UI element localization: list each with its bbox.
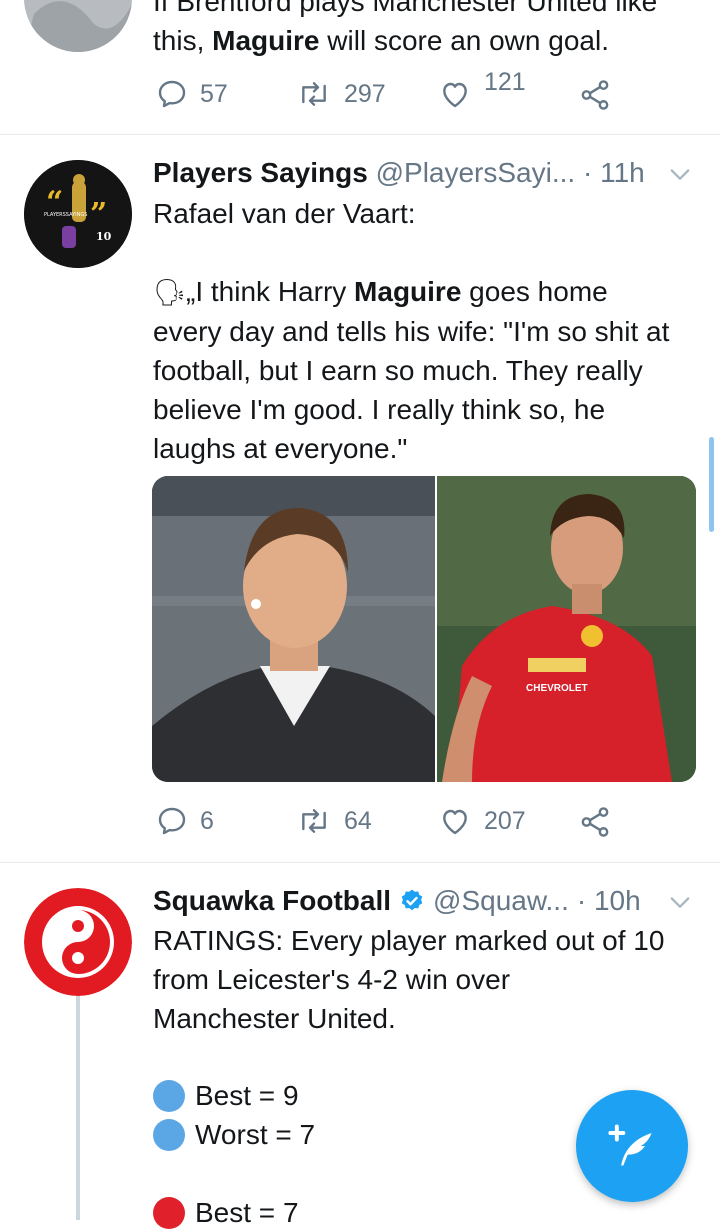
- tweet-text: Rafael van der Vaart: 🗣„I think Harry Ma…: [153, 194, 713, 468]
- avatar[interactable]: “ ” PLAYERSSAYINGS 10: [24, 160, 132, 268]
- compose-button[interactable]: [576, 1090, 688, 1202]
- retweet-count: 297: [344, 79, 386, 108]
- like-icon: [443, 809, 467, 835]
- bold-mention: Maguire: [354, 276, 462, 307]
- thread-line: [76, 996, 80, 1220]
- tweet-media[interactable]: CHEVROLET: [152, 476, 696, 782]
- rating-item: Best = 9: [153, 1076, 299, 1115]
- like-count: 207: [484, 806, 526, 835]
- media-photo-left: [152, 476, 696, 782]
- reply-icon: [158, 807, 186, 835]
- share-icon: [581, 80, 609, 110]
- text-span: will score an own goal.: [319, 25, 609, 56]
- retweet-count: 64: [344, 806, 372, 835]
- display-name[interactable]: Players Sayings: [153, 157, 368, 188]
- timestamp[interactable]: · 10h: [577, 882, 641, 920]
- retweet-button[interactable]: 64: [296, 805, 372, 837]
- blue-circle-icon: [153, 1079, 185, 1112]
- text-span: goes home: [461, 276, 608, 307]
- avatar[interactable]: [24, 0, 132, 52]
- shirt-sponsor: CHEVROLET: [526, 683, 588, 694]
- tweet-text-line: RATINGS: Every player marked out of 10: [153, 925, 665, 956]
- tweet-text-line: from Leicester's 4-2 win over: [153, 964, 511, 995]
- text-span: „I think Harry: [186, 276, 355, 307]
- tweet-text-line: Rafael van der Vaart:: [153, 198, 416, 229]
- avatar-image: [24, 0, 132, 52]
- reply-button[interactable]: 57: [156, 78, 228, 110]
- retweet-icon: [302, 82, 326, 106]
- tweet-header: Squawka Football @Squaw... · 10h: [153, 882, 641, 920]
- rating-item: Worst = 7: [153, 1115, 315, 1154]
- display-name[interactable]: Squawka Football: [153, 882, 391, 920]
- avatar-number: 10: [96, 230, 112, 243]
- like-count: 121: [484, 67, 526, 96]
- like-button[interactable]: 207: [438, 805, 526, 837]
- avatar-image: [24, 888, 132, 996]
- tweet-text-line: this, Maguire will score an own goal.: [153, 21, 713, 60]
- timestamp[interactable]: · 11h: [583, 157, 645, 188]
- tweet-text: If Brentford plays Manchester United lik…: [153, 0, 713, 60]
- handle[interactable]: @Squaw...: [433, 882, 569, 920]
- rating-text: Worst = 7: [195, 1119, 316, 1150]
- tweet-text: RATINGS: Every player marked out of 10 f…: [153, 921, 713, 1038]
- tweet-text-line: football, but I earn so much. They reall…: [153, 355, 643, 386]
- bold-mention: Maguire: [212, 25, 320, 56]
- rating-text: Best = 9: [195, 1080, 299, 1111]
- speaking-head-icon: 🗣: [153, 277, 187, 307]
- tweet-text-line: every day and tells his wife: "I'm so sh…: [153, 316, 670, 347]
- chevron-down-icon[interactable]: [666, 888, 694, 916]
- rating-text: Best = 7: [195, 1197, 299, 1228]
- reply-button[interactable]: 6: [156, 805, 214, 837]
- tweet-text-line: laughs at everyone.": [153, 433, 408, 464]
- tweet-header: Players Sayings @PlayersSayi... · 11h: [153, 154, 645, 192]
- divider: [0, 862, 720, 863]
- reply-count: 57: [200, 79, 228, 108]
- red-circle-icon: [153, 1196, 185, 1229]
- like-button[interactable]: 121: [438, 68, 526, 110]
- tweet-text-line: believe I'm good. I really think so, he: [153, 394, 606, 425]
- rating-item: Best = 7: [153, 1193, 299, 1232]
- avatar[interactable]: [24, 888, 132, 996]
- share-button[interactable]: [578, 805, 612, 839]
- scrollbar[interactable]: [709, 437, 714, 532]
- avatar-image: “ ” PLAYERSSAYINGS: [24, 160, 132, 268]
- share-icon: [581, 807, 609, 837]
- retweet-icon: [302, 809, 326, 833]
- reply-count: 6: [200, 806, 214, 835]
- svg-text:PLAYERSSAYINGS: PLAYERSSAYINGS: [44, 212, 87, 218]
- text-span: this,: [153, 25, 213, 56]
- tweet-text-line: Manchester United.: [153, 1003, 396, 1034]
- reply-icon: [158, 80, 186, 108]
- chevron-down-icon[interactable]: [666, 160, 694, 188]
- verified-icon: [401, 889, 423, 911]
- retweet-button[interactable]: 297: [296, 78, 386, 110]
- compose-icon: [608, 1124, 652, 1166]
- divider: [0, 134, 720, 135]
- svg-text:”: ”: [90, 197, 107, 232]
- tweet-text-line: 🗣„I think Harry Maguire goes home: [153, 272, 713, 312]
- blue-circle-icon: [153, 1118, 185, 1151]
- like-icon: [443, 82, 467, 108]
- handle[interactable]: @PlayersSayi...: [376, 157, 576, 188]
- tweet-text-line: If Brentford plays Manchester United lik…: [153, 0, 658, 17]
- share-button[interactable]: [578, 78, 612, 112]
